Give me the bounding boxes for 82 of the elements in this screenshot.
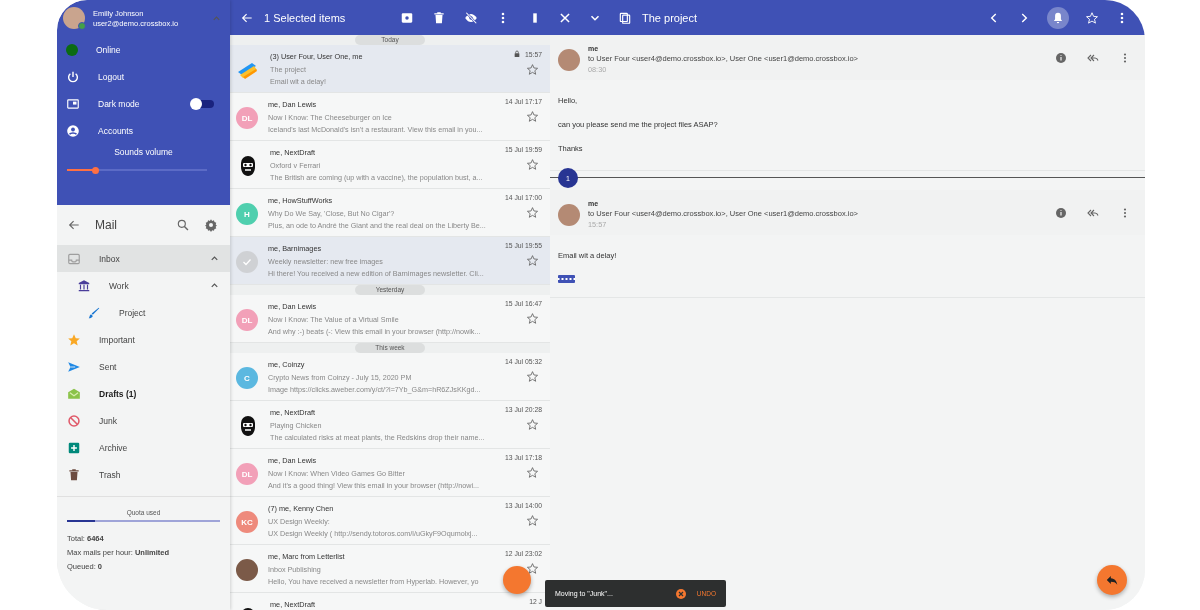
- hidden-eye-icon[interactable]: [464, 10, 478, 25]
- menu-item[interactable]: Online: [96, 44, 214, 55]
- folder-item[interactable]: Important: [57, 326, 230, 353]
- star-icon[interactable]: [526, 110, 539, 123]
- initials-avatar: KC: [236, 511, 258, 533]
- reply-icon: [1105, 573, 1119, 587]
- dark-mode-switch[interactable]: [192, 99, 214, 108]
- slider-thumb[interactable]: [92, 166, 99, 174]
- folder-label: Junk: [99, 415, 118, 426]
- bell-icon: [1051, 10, 1065, 25]
- folder-label: Trash: [99, 469, 122, 480]
- inbox-icon: [67, 251, 81, 266]
- avatar-photo: [236, 559, 258, 581]
- star-icon[interactable]: [526, 418, 539, 431]
- folder-item[interactable]: Sent: [57, 353, 230, 380]
- folder-item[interactable]: Drafts (1): [57, 380, 230, 407]
- folder-label: Important: [99, 334, 136, 345]
- initials-avatar: DL: [236, 309, 258, 331]
- star-icon[interactable]: [526, 562, 539, 575]
- lock-icon: [513, 50, 521, 58]
- trash-icon[interactable]: [432, 10, 446, 25]
- menu-item[interactable]: Logout: [98, 71, 214, 82]
- mail-title: Mail: [95, 218, 118, 232]
- settings-icon[interactable]: [204, 218, 218, 232]
- star-icon[interactable]: [526, 514, 539, 527]
- avatar-photo: [558, 204, 580, 226]
- envelope-icon: [67, 386, 81, 401]
- info-icon[interactable]: [1055, 207, 1067, 219]
- initials-avatar: DL: [236, 107, 258, 129]
- bank-icon: [77, 278, 91, 293]
- selected-check-icon[interactable]: [236, 251, 258, 273]
- conversation-title: The project: [642, 11, 699, 24]
- initials-avatar: H: [236, 203, 258, 225]
- reply-all-icon[interactable]: [1087, 207, 1099, 219]
- star-icon[interactable]: [526, 63, 539, 76]
- star-icon[interactable]: [526, 466, 539, 479]
- folder-label: Work: [109, 280, 130, 291]
- brush-icon: [87, 305, 101, 320]
- archive-icon[interactable]: [400, 10, 414, 25]
- folder-label: Inbox: [99, 253, 121, 264]
- reply-button[interactable]: [1097, 565, 1127, 595]
- selection-title: 1 Selected items: [264, 11, 347, 24]
- star-icon[interactable]: [526, 158, 539, 171]
- account-icon: [66, 123, 80, 138]
- menu-item[interactable]: Dark mode: [98, 98, 174, 109]
- folder-item[interactable]: Junk: [57, 407, 230, 434]
- star-icon[interactable]: [526, 312, 539, 325]
- trash-icon: [67, 467, 81, 482]
- menu-item[interactable]: Accounts: [98, 125, 214, 136]
- folder-label: Archive: [99, 442, 129, 453]
- screen-icon: [66, 96, 80, 111]
- avatar-photo: [558, 49, 580, 71]
- star-icon[interactable]: [526, 206, 539, 219]
- initials-avatar: DL: [236, 463, 258, 485]
- blocked-icon: [67, 413, 81, 428]
- search-icon[interactable]: [176, 218, 190, 232]
- folder-item[interactable]: Project: [57, 299, 230, 326]
- power-icon: [66, 69, 80, 84]
- info-icon[interactable]: [1055, 52, 1067, 64]
- copy-icon[interactable]: [618, 10, 632, 25]
- back-arrow-icon[interactable]: [67, 218, 81, 232]
- show-quoted-button[interactable]: [558, 275, 575, 283]
- close-icon[interactable]: [558, 10, 572, 25]
- volume-label: Sounds volume: [113, 147, 174, 157]
- star-icon: [67, 332, 81, 347]
- bell-button[interactable]: [1047, 6, 1069, 29]
- initials-avatar: C: [236, 367, 258, 389]
- star-icon[interactable]: [526, 370, 539, 383]
- avatar-photo[interactable]: [63, 7, 85, 29]
- folder-item[interactable]: Work: [57, 272, 230, 299]
- send-icon: [67, 359, 81, 374]
- folder-label: Project: [119, 307, 147, 318]
- star-icon[interactable]: [526, 254, 539, 267]
- folder-item[interactable]: Trash: [57, 461, 230, 488]
- folder-label: Drafts (1): [99, 388, 138, 399]
- archive-icon: [67, 440, 81, 455]
- folder-item[interactable]: Archive: [57, 434, 230, 461]
- reply-all-icon[interactable]: [1087, 52, 1099, 64]
- cancel-icon[interactable]: [674, 587, 687, 600]
- folder-label: Sent: [99, 361, 118, 372]
- online-status-icon: [66, 43, 78, 56]
- folder-item[interactable]: Inbox: [57, 245, 230, 272]
